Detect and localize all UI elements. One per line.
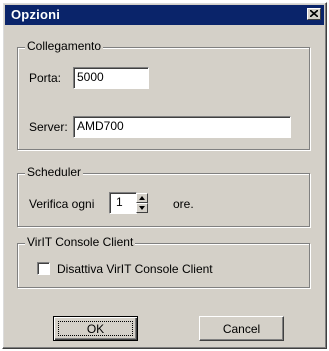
server-label: Server: (29, 120, 68, 134)
unit-label: ore. (173, 197, 194, 211)
cancel-button[interactable]: Cancel (199, 316, 284, 341)
title-bar[interactable]: Opzioni (5, 5, 324, 25)
ok-button-label: OK (86, 321, 105, 336)
scheduler-legend: Scheduler (25, 165, 84, 179)
console-legend: VirIT Console Client (25, 235, 136, 249)
options-dialog: Opzioni Collegamento Porta: 5000 Server:… (2, 2, 327, 349)
collegamento-legend: Collegamento (25, 39, 104, 53)
porta-label: Porta: (29, 71, 62, 85)
interval-input[interactable]: 1 (109, 192, 137, 214)
arrow-down-icon (139, 206, 145, 210)
close-button[interactable] (307, 8, 321, 20)
cancel-button-label: Cancel (222, 321, 261, 336)
ok-button[interactable]: OK (53, 316, 138, 341)
verifica-label: Verifica ogni (29, 197, 95, 211)
disable-console-checkbox[interactable] (37, 262, 50, 275)
interval-spinner (136, 193, 148, 213)
close-icon (310, 10, 318, 17)
spin-up-button[interactable] (136, 193, 148, 203)
server-input[interactable]: AMD700 (73, 116, 291, 138)
spin-down-button[interactable] (136, 203, 148, 213)
window-title: Opzioni (11, 7, 61, 22)
disable-console-label[interactable]: Disattiva VirIT Console Client (57, 262, 213, 276)
arrow-up-icon (139, 196, 145, 200)
porta-input[interactable]: 5000 (73, 67, 149, 89)
